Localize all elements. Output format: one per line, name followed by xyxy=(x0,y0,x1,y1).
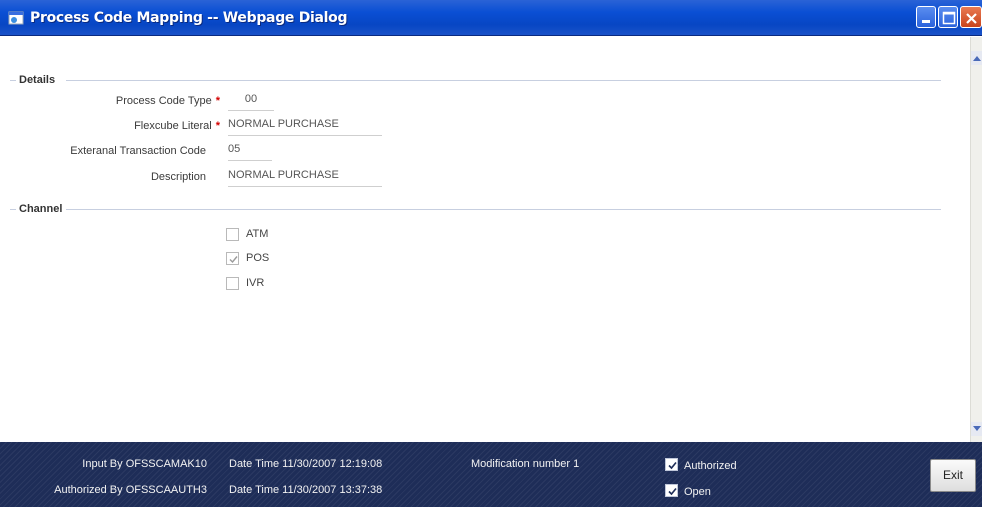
section-divider xyxy=(10,80,16,81)
process-code-type-label: Process Code Type * xyxy=(115,95,220,107)
details-section-title: Details xyxy=(19,74,60,86)
section-divider xyxy=(66,209,941,210)
flexcube-literal-label: Flexcube Literal * xyxy=(134,120,220,132)
pos-checkbox[interactable] xyxy=(226,252,239,265)
description-label: Description xyxy=(150,171,206,183)
open-checkbox xyxy=(665,484,678,497)
exit-button[interactable]: Exit xyxy=(930,459,976,492)
section-divider xyxy=(66,80,941,81)
required-marker: * xyxy=(215,95,220,107)
flexcube-literal-field[interactable]: NORMAL PURCHASE xyxy=(228,116,382,136)
scroll-down-arrow-icon[interactable] xyxy=(971,422,982,436)
ivr-checkbox[interactable] xyxy=(226,277,239,290)
audit-footer: Input By OFSSCAMAK10 Authorized By OFSSC… xyxy=(0,442,982,507)
scroll-up-arrow-icon[interactable] xyxy=(971,51,982,65)
vertical-scrollbar[interactable] xyxy=(970,37,982,442)
dialog-content: Details Process Code Type * 00 Flexcube L… xyxy=(0,37,970,442)
close-button[interactable] xyxy=(960,6,982,28)
auth-datetime-text: Date Time 11/30/2007 13:37:38 xyxy=(229,484,383,496)
channel-section-title: Channel xyxy=(19,203,67,215)
external-transaction-code-label: Exteranal Transaction Code xyxy=(70,145,206,157)
section-divider xyxy=(10,209,16,210)
atm-checkbox[interactable] xyxy=(226,228,239,241)
maximize-button[interactable] xyxy=(938,6,958,28)
minimize-button[interactable] xyxy=(916,6,936,28)
authorized-by-text: Authorized By OFSSCAAUTH3 xyxy=(54,484,207,496)
input-datetime-text: Date Time 11/30/2007 12:19:08 xyxy=(229,458,383,470)
pos-label: POS xyxy=(246,252,270,264)
ie-dialog-icon xyxy=(8,10,24,26)
authorized-label: Authorized xyxy=(684,460,737,472)
description-field[interactable]: NORMAL PURCHASE xyxy=(228,167,382,187)
modification-number-text: Modification number 1 xyxy=(471,458,580,470)
ivr-label: IVR xyxy=(246,277,265,289)
title-bar: Process Code Mapping -- Webpage Dialog xyxy=(0,0,982,36)
authorized-checkbox xyxy=(665,458,678,471)
process-code-type-field[interactable]: 00 xyxy=(228,91,274,111)
window-title: Process Code Mapping -- Webpage Dialog xyxy=(30,10,348,26)
input-by-text: Input By OFSSCAMAK10 xyxy=(82,458,207,470)
required-marker: * xyxy=(215,120,220,132)
atm-label: ATM xyxy=(246,228,269,240)
external-transaction-code-field[interactable]: 05 xyxy=(228,141,272,161)
open-label: Open xyxy=(684,486,711,498)
